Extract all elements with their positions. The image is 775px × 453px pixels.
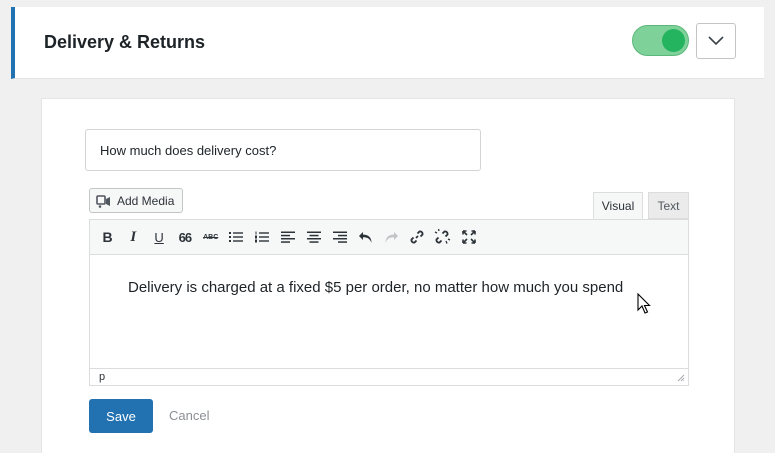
app-frame: Delivery & Returns Add Media Visual Text [0, 0, 775, 453]
undo-button[interactable] [354, 225, 377, 249]
enable-toggle[interactable] [632, 25, 689, 56]
editor-toolbar: B I U 66 ABC [90, 220, 688, 255]
underline-icon: U [154, 229, 164, 245]
bold-button[interactable]: B [96, 225, 119, 249]
tab-text[interactable]: Text [648, 192, 689, 219]
align-center-icon [306, 231, 321, 243]
collapse-button[interactable] [696, 23, 736, 59]
redo-icon [385, 232, 398, 243]
rich-text-editor: B I U 66 ABC Delivery is charged at a fi… [89, 219, 689, 386]
section-title: Delivery & Returns [44, 32, 206, 52]
unlink-icon [435, 229, 451, 244]
cancel-link[interactable]: Cancel [169, 408, 209, 423]
link-icon [410, 230, 424, 244]
underline-button[interactable]: U [148, 225, 171, 249]
link-button[interactable] [406, 225, 429, 249]
undo-icon [358, 232, 372, 243]
toggle-knob [662, 29, 685, 52]
fullscreen-icon [461, 230, 476, 244]
bold-icon: B [102, 229, 113, 245]
editor-statusbar: p [90, 368, 688, 385]
blockquote-button[interactable]: 66 [173, 225, 196, 249]
add-media-button[interactable]: Add Media [89, 188, 184, 213]
add-media-label: Add Media [117, 193, 175, 208]
align-left-button[interactable] [277, 225, 300, 249]
numbered-list-icon [255, 231, 270, 243]
save-button[interactable]: Save [89, 399, 153, 433]
faq-edit-card: Add Media Visual Text B I U 66 ABC [41, 98, 735, 453]
unlink-button[interactable] [431, 225, 454, 249]
italic-icon: I [130, 228, 137, 245]
strikethrough-icon: ABC [203, 233, 219, 241]
italic-button[interactable]: I [122, 225, 145, 249]
numbered-list-button[interactable] [251, 225, 274, 249]
strikethrough-button[interactable]: ABC [199, 225, 222, 249]
fullscreen-button[interactable] [457, 225, 480, 249]
section-header: Delivery & Returns [11, 7, 764, 79]
question-input[interactable] [85, 129, 481, 171]
align-left-icon [281, 231, 296, 243]
bullet-list-button[interactable] [225, 225, 248, 249]
resize-handle-icon[interactable] [677, 374, 685, 382]
align-right-icon [332, 231, 347, 243]
align-center-button[interactable] [302, 225, 325, 249]
editor-content-area[interactable]: Delivery is charged at a fixed $5 per or… [90, 255, 688, 368]
align-right-button[interactable] [328, 225, 351, 249]
element-path[interactable]: p [99, 371, 105, 383]
answer-text: Delivery is charged at a fixed $5 per or… [128, 279, 624, 296]
bullet-list-icon [229, 232, 244, 242]
blockquote-icon: 66 [178, 229, 193, 245]
redo-button[interactable] [380, 225, 403, 249]
media-icon [96, 194, 110, 208]
chevron-down-icon [708, 36, 724, 46]
tab-visual[interactable]: Visual [593, 192, 643, 219]
